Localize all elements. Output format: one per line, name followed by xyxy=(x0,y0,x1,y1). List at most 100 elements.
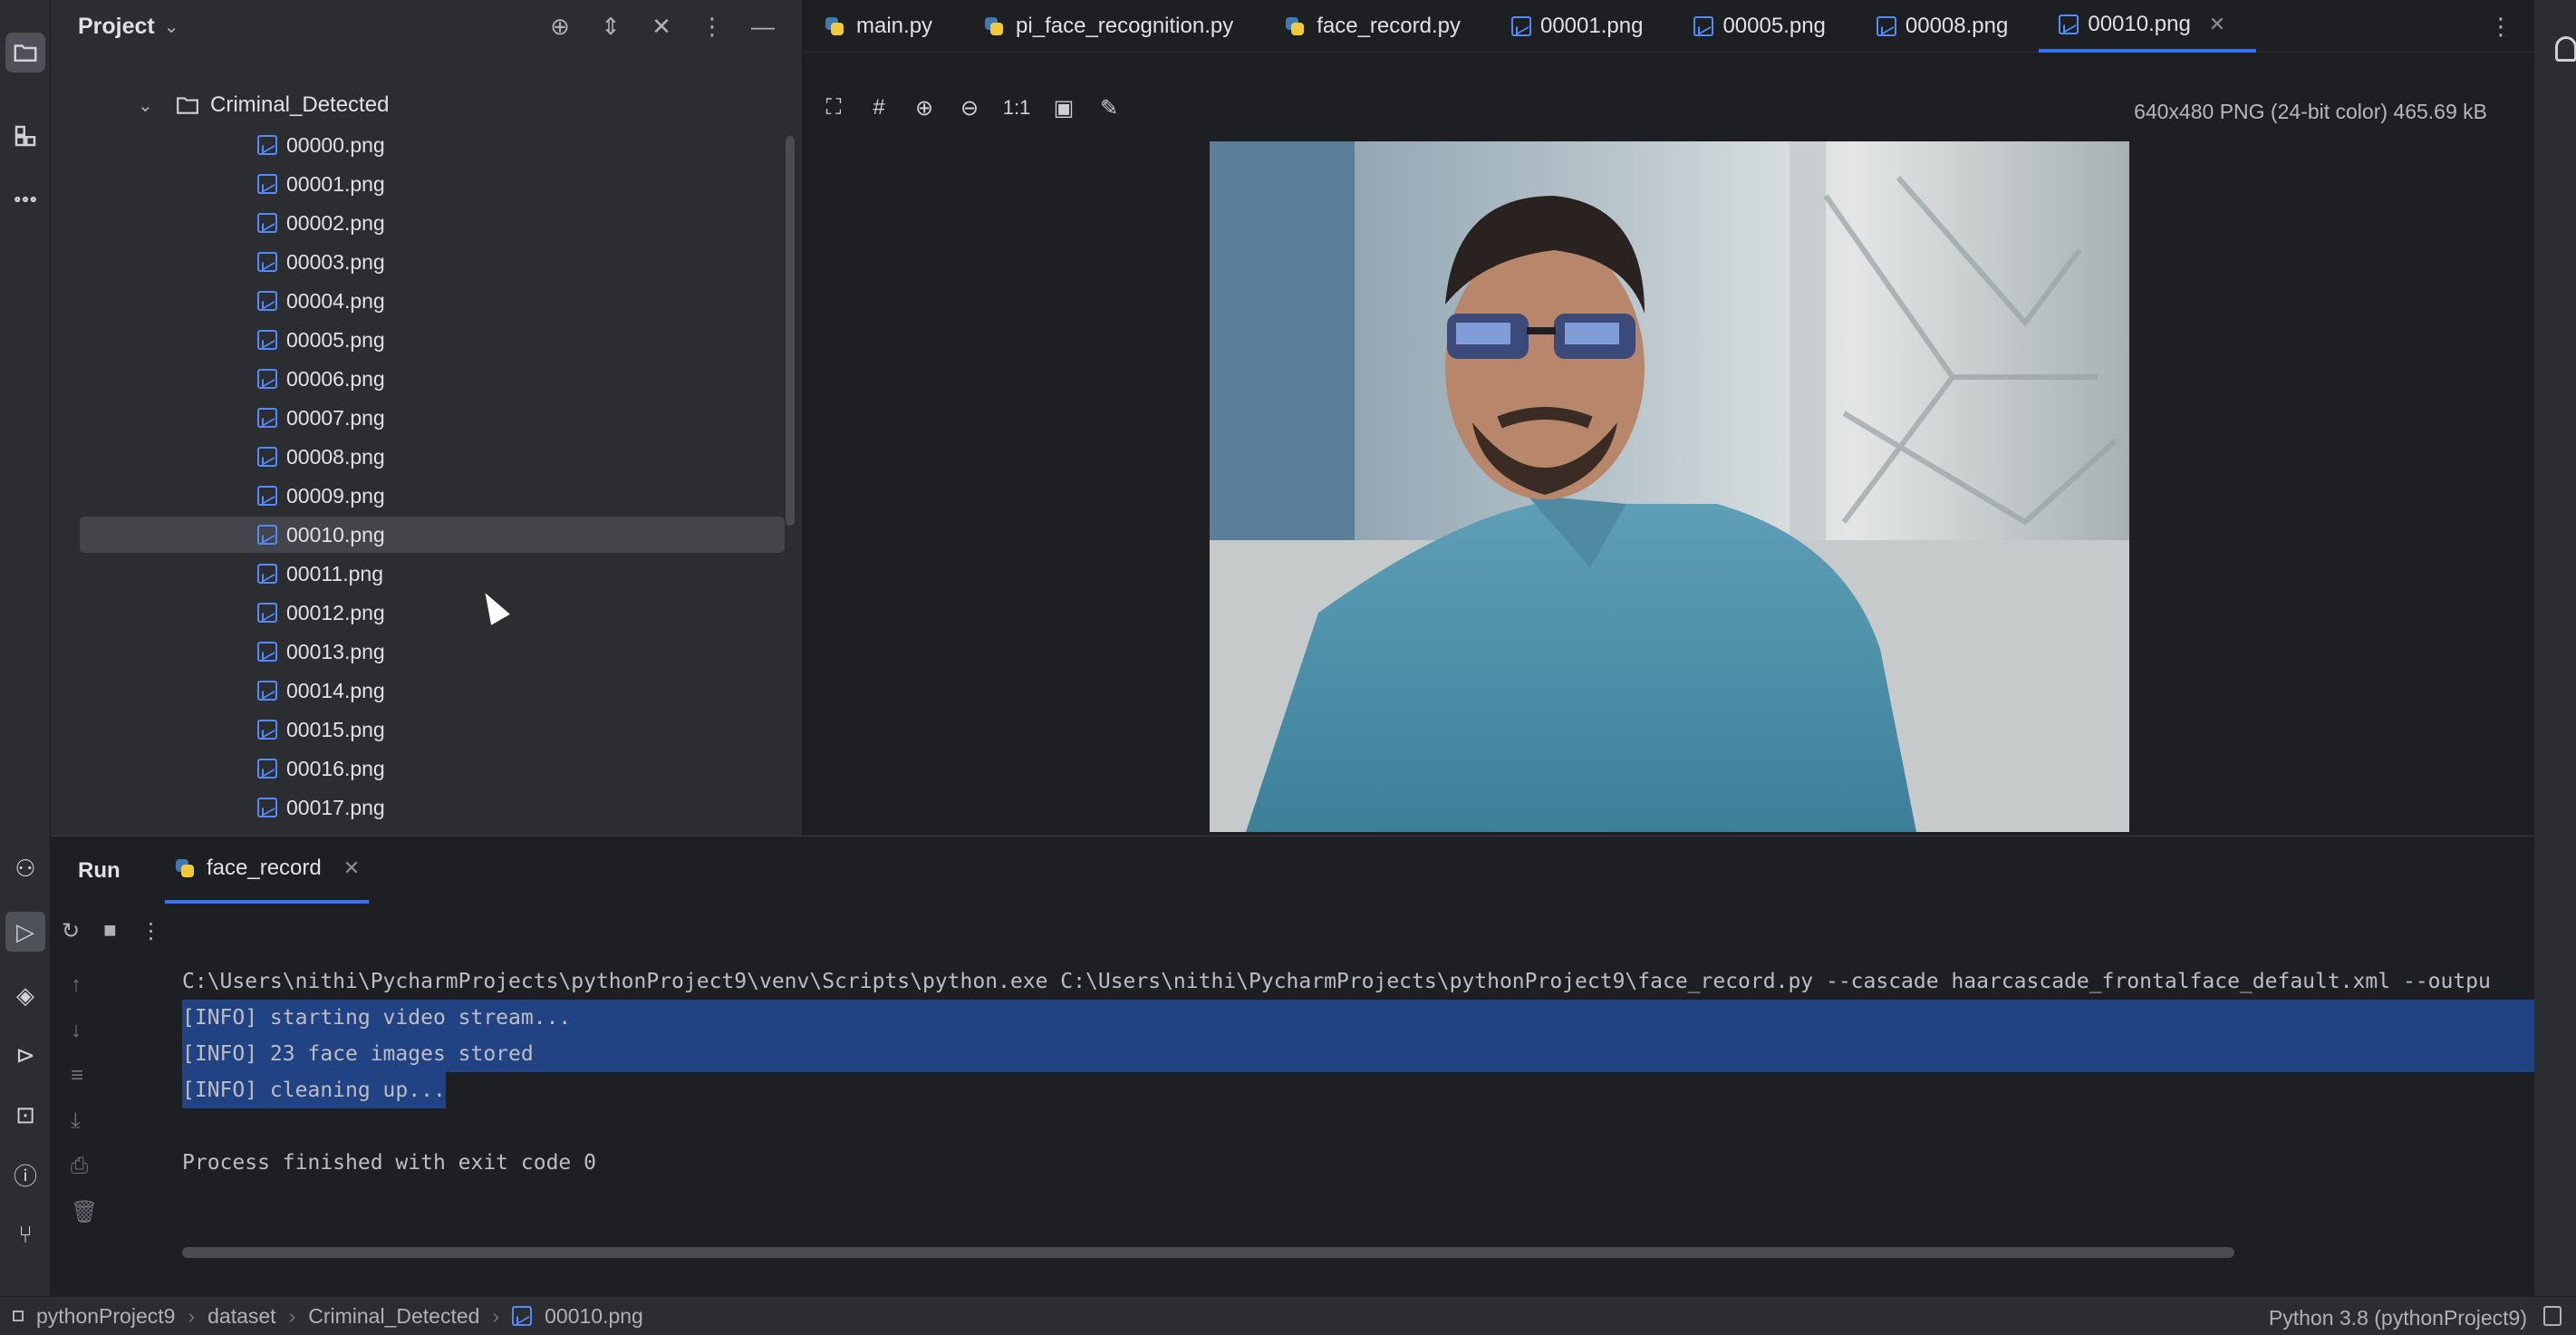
down-arrow-icon[interactable]: ↓ xyxy=(71,1018,98,1043)
image-file-icon xyxy=(257,759,277,779)
tab-pi_face_recognition-py[interactable]: pi_face_recognition.py xyxy=(963,0,1264,53)
problems-icon[interactable]: ⓘ xyxy=(9,1158,42,1191)
run-tab-face-record[interactable]: face_record ✕ xyxy=(165,837,370,904)
chevron-down-icon[interactable]: ⌄ xyxy=(164,15,179,38)
git-icon[interactable]: ⑂ xyxy=(9,1218,42,1251)
file-row-00003[interactable]: 00003.png xyxy=(80,244,801,280)
console-line: [INFO] cleaning up... xyxy=(182,1072,2534,1108)
file-row-00004[interactable]: 00004.png xyxy=(80,283,801,319)
more-tools-button[interactable] xyxy=(5,179,45,219)
terminal-icon[interactable]: ⊡ xyxy=(9,1098,42,1131)
run-tool-icon[interactable]: ▷ xyxy=(5,912,45,952)
expand-all-icon[interactable]: ⇕ xyxy=(597,13,624,40)
file-label: 00008.png xyxy=(286,444,385,469)
background-icon[interactable]: ▣ xyxy=(1050,94,1077,121)
image-file-icon xyxy=(257,252,277,272)
tab-face_record-py[interactable]: face_record.py xyxy=(1264,0,1491,53)
project-tool-button[interactable] xyxy=(5,33,45,73)
breadcrumb-item[interactable]: 00010.png xyxy=(545,1304,643,1329)
file-row-00007[interactable]: 00007.png xyxy=(80,400,801,436)
chevron-right-icon: › xyxy=(492,1303,500,1328)
tab-00001-png[interactable]: 00001.png xyxy=(1491,0,1674,53)
project-title[interactable]: Project xyxy=(78,14,155,40)
file-row-00012[interactable]: 00012.png xyxy=(80,595,801,631)
image-file-icon xyxy=(2059,14,2079,34)
run-side-toolbar: ↑ ↓ ≡ ⤓ ⎙ 🗑 xyxy=(71,972,98,1225)
options-icon[interactable]: ⋮ xyxy=(699,13,726,40)
locate-icon[interactable]: ⊕ xyxy=(546,13,574,40)
zoom-out-icon[interactable]: ⊖ xyxy=(956,94,983,121)
tab-label: face_record.py xyxy=(1317,13,1461,38)
collapse-all-icon[interactable]: ✕ xyxy=(648,13,675,40)
layers-icon[interactable]: ◈ xyxy=(9,979,42,1011)
breadcrumb-item[interactable]: dataset xyxy=(207,1304,275,1329)
scroll-to-end-icon[interactable]: ⤓ xyxy=(71,1108,98,1134)
project-scrollbar[interactable] xyxy=(786,136,795,526)
project-tools: ⊕ ⇕ ✕ ⋮ — xyxy=(546,13,777,40)
file-row-00009[interactable]: 00009.png xyxy=(80,478,801,514)
file-label: 00017.png xyxy=(286,795,385,819)
file-row-00000[interactable]: 00000.png xyxy=(80,127,801,163)
actual-size-button[interactable]: 1:1 xyxy=(1001,94,1032,121)
image-file-icon xyxy=(257,135,277,155)
rerun-icon[interactable]: ↻ xyxy=(62,918,80,944)
breadcrumb-item[interactable]: Criminal_Detected xyxy=(308,1304,479,1329)
interpreter-status[interactable]: Python 3.8 (pythonProject9) xyxy=(2269,1306,2527,1330)
tab-00008-png[interactable]: 00008.png xyxy=(1857,0,2039,53)
file-row-00017[interactable]: 00017.png xyxy=(80,789,801,826)
more-options-icon[interactable]: ⋮ xyxy=(140,918,162,944)
image-file-icon xyxy=(257,330,277,350)
fit-zoom-icon[interactable]: ⛶ xyxy=(820,94,847,121)
file-row-00016[interactable]: 00016.png xyxy=(80,750,801,787)
zoom-in-icon[interactable]: ⊕ xyxy=(911,94,938,121)
up-arrow-icon[interactable]: ↑ xyxy=(71,972,98,998)
file-label: 00009.png xyxy=(286,483,385,508)
file-row-00005[interactable]: 00005.png xyxy=(80,322,801,358)
console-horizontal-scrollbar[interactable] xyxy=(182,1247,2234,1258)
color-picker-icon[interactable]: ✎ xyxy=(1095,94,1123,121)
lock-icon[interactable] xyxy=(2543,1306,2562,1326)
file-row-00008[interactable]: 00008.png xyxy=(80,439,801,475)
tab-00010-png[interactable]: 00010.png ✕ xyxy=(2039,0,2257,53)
services-icon[interactable]: ⊳ xyxy=(9,1039,42,1071)
tab-main-py[interactable]: main.py xyxy=(804,0,963,53)
run-panel: Run face_record ✕ ↻ ■ ⋮ ↑ ↓ ≡ ⤓ ⎙ 🗑 C:\U… xyxy=(51,836,2534,1296)
close-icon[interactable]: ✕ xyxy=(343,856,360,880)
image-file-icon xyxy=(257,447,277,467)
file-row-00015[interactable]: 00015.png xyxy=(80,711,801,748)
file-row-00001[interactable]: 00001.png xyxy=(80,166,801,202)
file-row-00002[interactable]: 00002.png xyxy=(80,205,801,241)
clear-all-icon[interactable]: 🗑 xyxy=(71,1199,98,1225)
breadcrumb-item[interactable]: pythonProject9 xyxy=(36,1304,175,1329)
hide-icon[interactable]: — xyxy=(749,13,777,40)
file-label: 00015.png xyxy=(286,717,385,741)
file-row-00013[interactable]: 00013.png xyxy=(80,634,801,670)
image-toolbar: ⛶ # ⊕ ⊖ 1:1 ▣ ✎ xyxy=(820,94,1123,121)
project-panel: Project ⌄ ⊕ ⇕ ✕ ⋮ — ⌄ Criminal_Detected … xyxy=(51,0,803,836)
grid-icon[interactable]: # xyxy=(865,94,892,121)
structure-tool-button[interactable] xyxy=(5,116,45,156)
tab-00005-png[interactable]: 00005.png xyxy=(1674,0,1856,53)
image-file-icon xyxy=(257,525,277,545)
file-row-00006[interactable]: 00006.png xyxy=(80,361,801,397)
folder-criminal-detected[interactable]: ⌄ Criminal_Detected xyxy=(138,87,389,123)
close-icon[interactable]: ✕ xyxy=(2209,13,2225,36)
editor-tabs: main.py pi_face_recognition.py face_record… xyxy=(804,0,2534,53)
console-line: C:\Users\nithi\PycharmProjects\pythonPro… xyxy=(182,970,2491,993)
file-row-00014[interactable]: 00014.png xyxy=(80,672,801,709)
file-row-00011[interactable]: 00011.png xyxy=(80,556,801,592)
file-label: 00001.png xyxy=(286,171,385,196)
notifications-icon[interactable] xyxy=(2555,36,2576,62)
chevron-down-icon[interactable]: ⌄ xyxy=(138,94,153,117)
print-icon[interactable]: ⎙ xyxy=(71,1154,98,1179)
python-console-icon[interactable]: ⚇ xyxy=(9,852,42,885)
more-tabs-icon[interactable]: ⋮ xyxy=(2489,13,2513,41)
file-row-00010[interactable]: 00010.png xyxy=(80,517,785,553)
file-label: 00016.png xyxy=(286,756,385,780)
stop-icon[interactable]: ■ xyxy=(103,918,117,944)
console-output[interactable]: C:\Users\nithi\PycharmProjects\pythonPro… xyxy=(182,963,2534,1181)
python-file-icon xyxy=(824,15,845,37)
soft-wrap-icon[interactable]: ≡ xyxy=(71,1063,98,1088)
image-file-icon xyxy=(257,486,277,506)
image-file-icon xyxy=(257,408,277,428)
